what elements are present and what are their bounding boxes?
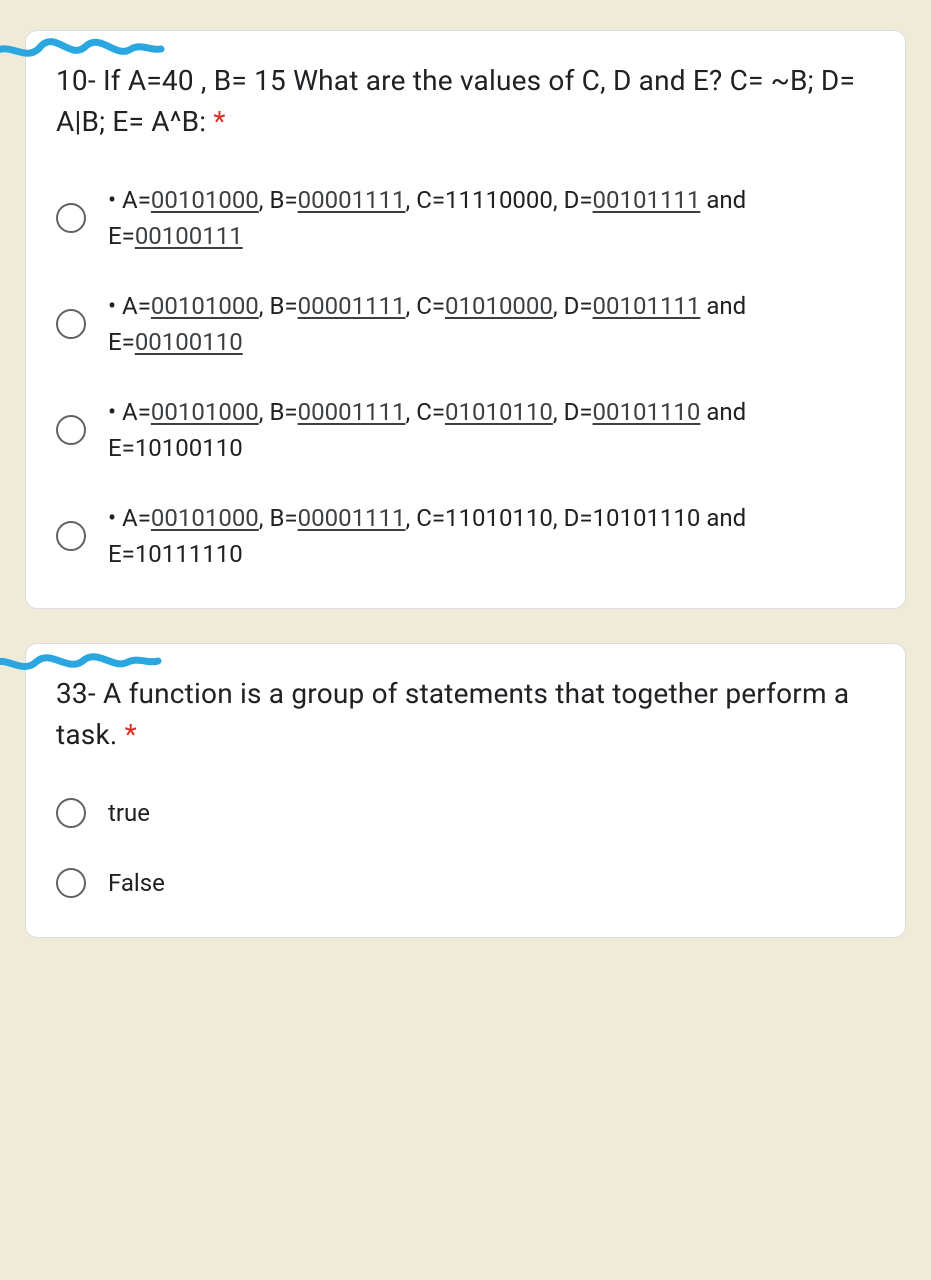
option-text: true	[108, 795, 150, 831]
radio-icon	[56, 415, 86, 445]
radio-icon	[56, 868, 86, 898]
question-prompt: 33- A function is a group of statements …	[56, 674, 875, 755]
option-text: • A=00101000, B=00001111, C=01010110, D=…	[108, 394, 875, 466]
option-text: • A=00101000, B=00001111, C=11110000, D=…	[108, 182, 875, 254]
radio-option[interactable]: • A=00101000, B=00001111, C=11010110, D=…	[56, 500, 875, 572]
option-text: • A=00101000, B=00001111, C=11010110, D=…	[108, 500, 875, 572]
required-asterisk: *	[125, 718, 137, 751]
radio-option[interactable]: • A=00101000, B=00001111, C=01010000, D=…	[56, 288, 875, 360]
question-prompt-text: 10- If A=40 , B= 15 What are the values …	[56, 64, 855, 138]
question-card: 33- A function is a group of statements …	[25, 643, 906, 938]
radio-option[interactable]: true	[56, 795, 875, 831]
radio-option[interactable]: • A=00101000, B=00001111, C=11110000, D=…	[56, 182, 875, 254]
option-text: • A=00101000, B=00001111, C=01010000, D=…	[108, 288, 875, 360]
radio-icon	[56, 521, 86, 551]
option-text: False	[108, 865, 165, 901]
radio-icon	[56, 309, 86, 339]
required-asterisk: *	[213, 105, 225, 138]
radio-icon	[56, 798, 86, 828]
question-card: 10- If A=40 , B= 15 What are the values …	[25, 30, 906, 609]
question-prompt: 10- If A=40 , B= 15 What are the values …	[56, 61, 875, 142]
question-prompt-text: 33- A function is a group of statements …	[56, 677, 849, 751]
radio-option[interactable]: False	[56, 865, 875, 901]
radio-icon	[56, 203, 86, 233]
radio-option[interactable]: • A=00101000, B=00001111, C=01010110, D=…	[56, 394, 875, 466]
